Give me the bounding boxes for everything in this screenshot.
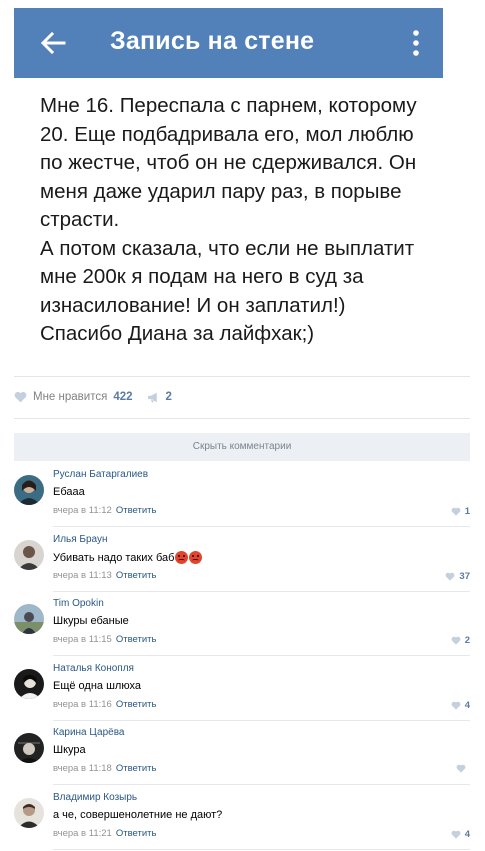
share-count: 2 <box>165 391 172 403</box>
comment-text-content: а че, совершенолетние не дают? <box>53 809 223 821</box>
heart-icon <box>446 572 455 581</box>
comment-like-count: 4 <box>464 829 470 840</box>
post-line: меня даже ударил пару раз, в порыве <box>40 179 402 203</box>
comment-item: Владимир Козырь а че, совершенолетние не… <box>14 792 470 850</box>
comment-like-button[interactable]: 2 <box>451 635 470 646</box>
comment-text-content: Убивать надо таких баб <box>53 551 175 564</box>
comment-time: вчера в 11:18 <box>53 763 112 774</box>
comment-time: вчера в 11:21 <box>53 828 112 839</box>
post-line: мне 200к я подам на него в суд за <box>40 265 364 288</box>
post-line: А потом сказала, что если не выплатит <box>40 236 415 260</box>
comment-like-button[interactable]: 37 <box>445 571 470 582</box>
comment-author[interactable]: Наталья Конопля <box>53 663 134 674</box>
comment-meta: вчера в 11:21 Ответить <box>53 828 156 839</box>
comment-item: Карина Царёва Шкура вчера в 11:18 Ответит… <box>14 727 470 785</box>
comment-like-button[interactable]: 4 <box>451 700 470 711</box>
angry-face-icon <box>189 551 203 564</box>
post-line: по жестче, чтоб он не сдерживался. Он <box>40 151 417 174</box>
post-line: Спасибо Диана за лайфхак;) <box>40 322 315 345</box>
comment-text: Шкуры ебаные <box>53 615 129 627</box>
avatar[interactable] <box>14 798 44 828</box>
comment-text-content: Шкуры ебаные <box>53 615 129 627</box>
comment-item: Илья Браун Убивать надо таких баб вчера … <box>14 534 470 592</box>
heart-icon <box>456 764 466 773</box>
comment-like-count: 4 <box>464 700 470 711</box>
comment-text-content: Шкура <box>53 744 86 756</box>
reply-button[interactable]: Ответить <box>116 505 157 516</box>
heart-icon <box>14 391 27 403</box>
comment-time: вчера в 11:13 <box>53 570 112 581</box>
divider <box>14 418 470 419</box>
comment-like-button[interactable]: 4 <box>451 829 470 840</box>
comment-author[interactable]: Руслан Батаргалиев <box>53 469 148 480</box>
reply-button[interactable]: Ответить <box>116 634 157 645</box>
hide-comments-button[interactable]: Скрыть комментарии <box>14 433 470 461</box>
comment-item: Наталья Конопля Ещё одна шлюха вчера в 1… <box>14 663 470 721</box>
comment-text-content: Ещё одна шлюха <box>53 680 141 692</box>
arrow-left-icon[interactable] <box>38 28 68 58</box>
comment-text: Убивать надо таких баб <box>53 551 203 564</box>
comment-item: Tim Opokin Шкуры ебаные вчера в 11:15 Отв… <box>14 598 470 656</box>
comment-meta: вчера в 11:18 Ответить <box>53 763 156 774</box>
divider <box>53 720 470 721</box>
comment-meta: вчера в 11:12 Ответить <box>53 505 156 516</box>
post-line: Мне 16. Переспала с парнем, которому <box>40 94 417 117</box>
comment-text-content: Ебааа <box>53 486 85 498</box>
post-actions: Мне нравится 422 2 <box>14 388 172 406</box>
comment-like-count: 2 <box>464 635 470 646</box>
comment-author[interactable]: Tim Opokin <box>53 598 104 609</box>
divider <box>53 849 470 850</box>
comment-like-button[interactable] <box>456 764 470 773</box>
comment-meta: вчера в 11:15 Ответить <box>53 634 156 645</box>
comment-item: Руслан Батаргалиев Ебааа вчера в 11:12 От… <box>14 469 470 527</box>
comment-text: Ебааа <box>53 486 85 498</box>
comment-text: а че, совершенолетние не дают? <box>53 809 222 821</box>
reply-button[interactable]: Ответить <box>116 570 157 581</box>
like-button[interactable]: Мне нравится 422 <box>14 391 133 403</box>
post-line: страсти. <box>40 208 120 231</box>
comment-like-count: 1 <box>464 506 470 517</box>
heart-icon <box>451 636 461 645</box>
avatar[interactable] <box>14 733 44 763</box>
divider <box>53 655 470 656</box>
like-label: Мне нравится <box>33 391 108 403</box>
post-line: 20. Еще подбадривала его, мол люблю <box>40 122 414 146</box>
comment-text: Шкура <box>53 744 86 756</box>
divider <box>53 784 470 785</box>
avatar[interactable] <box>14 540 44 570</box>
more-vertical-icon[interactable] <box>411 28 421 58</box>
page-title: Запись на стене <box>110 27 315 55</box>
avatar[interactable] <box>14 604 44 634</box>
comment-author[interactable]: Владимир Козырь <box>53 792 137 803</box>
post-text: Мне 16. Переспала с парнем, которому 20.… <box>40 92 440 349</box>
comment-text: Ещё одна шлюха <box>53 680 141 692</box>
top-bar: Запись на стене <box>14 8 443 78</box>
share-button[interactable]: 2 <box>147 391 172 403</box>
avatar[interactable] <box>14 475 44 505</box>
heart-icon <box>451 830 461 839</box>
comment-author[interactable]: Илья Браун <box>53 534 108 545</box>
post-line: изнасилование! И он заплатил!) <box>40 293 346 317</box>
comment-time: вчера в 11:15 <box>53 634 112 645</box>
reply-button[interactable]: Ответить <box>116 763 157 774</box>
comment-time: вчера в 11:16 <box>53 699 112 710</box>
heart-icon <box>451 507 461 516</box>
avatar[interactable] <box>14 669 44 699</box>
comment-time: вчера в 11:12 <box>53 505 112 516</box>
divider <box>53 591 470 592</box>
comment-meta: вчера в 11:16 Ответить <box>53 699 156 710</box>
comment-author[interactable]: Карина Царёва <box>53 727 124 738</box>
reply-button[interactable]: Ответить <box>116 828 157 839</box>
divider <box>53 526 470 527</box>
heart-icon <box>451 701 461 710</box>
like-count: 422 <box>113 391 133 403</box>
comment-like-count: 37 <box>459 571 470 582</box>
comment-meta: вчера в 11:13 Ответить <box>53 570 156 581</box>
reply-button[interactable]: Ответить <box>116 699 157 710</box>
angry-face-icon <box>175 551 189 564</box>
megaphone-icon <box>147 392 157 402</box>
divider <box>14 376 470 377</box>
comment-like-button[interactable]: 1 <box>451 506 470 517</box>
